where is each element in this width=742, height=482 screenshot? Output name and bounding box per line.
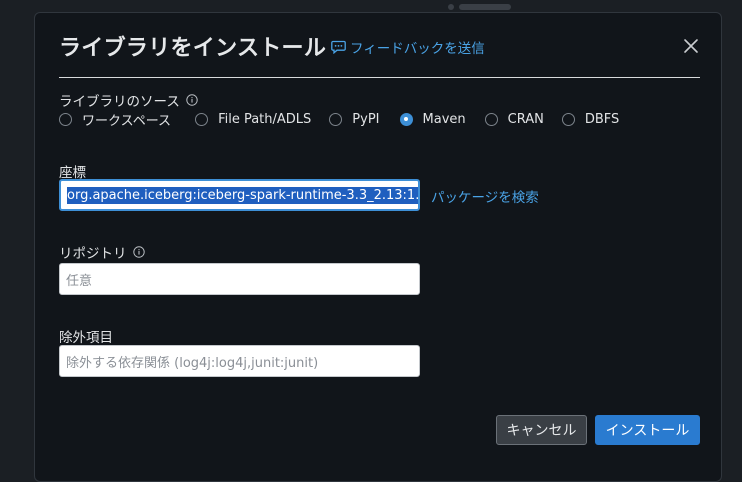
info-icon [132, 246, 145, 258]
radio-circle[interactable] [484, 113, 498, 126]
cancel-button[interactable]: キャンセル [496, 415, 587, 445]
radio-label: PyPI [352, 112, 380, 127]
coordinates-input[interactable]: org.apache.iceberg:iceberg-spark-runtime… [59, 179, 420, 211]
radio-label: CRAN [507, 112, 544, 127]
exclusions-placeholder: 除外する依存関係 (log4j:log4j,junit:junit) [66, 355, 319, 371]
coordinates-value: org.apache.iceberg:iceberg-spark-runtime… [67, 186, 418, 204]
exclusions-label-text: 除外項目 [59, 330, 113, 346]
background-bar [459, 4, 511, 10]
radio-circle[interactable] [195, 113, 209, 126]
feedback-link[interactable]: フィードバックを送信 [331, 37, 485, 57]
radio-circle[interactable] [59, 113, 72, 126]
library-source-radio-group: ワークスペース File Path/ADLS PyPI Maven CRAN D… [59, 110, 619, 129]
radio-circle[interactable] [329, 113, 343, 126]
info-icon [186, 94, 198, 106]
feedback-label: フィードバックを送信 [350, 41, 485, 57]
dialog-title: ライブラリをインストール [59, 36, 327, 61]
install-library-dialog: ライブラリをインストール フィードバックを送信 ライブラリのソース ワークスペー… [34, 12, 722, 482]
radio-circle[interactable] [561, 113, 575, 126]
library-source-label: ライブラリのソース [59, 90, 198, 110]
repository-input[interactable]: 任意 [59, 263, 420, 295]
coordinates-label: 座標 [59, 161, 86, 181]
radio-pypi[interactable]: PyPI [329, 112, 380, 127]
radio-dbfs[interactable]: DBFS [561, 112, 620, 127]
repository-label: リポジトリ [59, 242, 145, 262]
close-icon [684, 39, 698, 53]
title-divider [59, 77, 700, 78]
radio-file-path-adls[interactable]: File Path/ADLS [195, 112, 311, 127]
search-packages-link[interactable]: パッケージを検索 [431, 186, 539, 206]
chat-icon [331, 40, 346, 54]
radio-workspace[interactable]: ワークスペース [59, 110, 171, 129]
radio-maven[interactable]: Maven [399, 112, 466, 127]
radio-label: ワークスペース [82, 114, 172, 129]
install-button[interactable]: インストール [595, 415, 700, 445]
radio-label: File Path/ADLS [218, 112, 312, 127]
close-button[interactable] [680, 35, 702, 57]
radio-label: Maven [422, 112, 466, 127]
repository-label-text: リポジトリ [59, 246, 127, 262]
radio-label: DBFS [584, 112, 620, 127]
radio-cran[interactable]: CRAN [484, 112, 544, 127]
background-dot [448, 4, 454, 10]
exclusions-label: 除外項目 [59, 326, 113, 346]
exclusions-input[interactable]: 除外する依存関係 (log4j:log4j,junit:junit) [59, 345, 420, 377]
library-source-label-text: ライブラリのソース [59, 94, 180, 110]
repository-placeholder: 任意 [66, 273, 93, 289]
coordinates-label-text: 座標 [59, 165, 86, 181]
radio-circle-checked[interactable] [399, 113, 413, 126]
